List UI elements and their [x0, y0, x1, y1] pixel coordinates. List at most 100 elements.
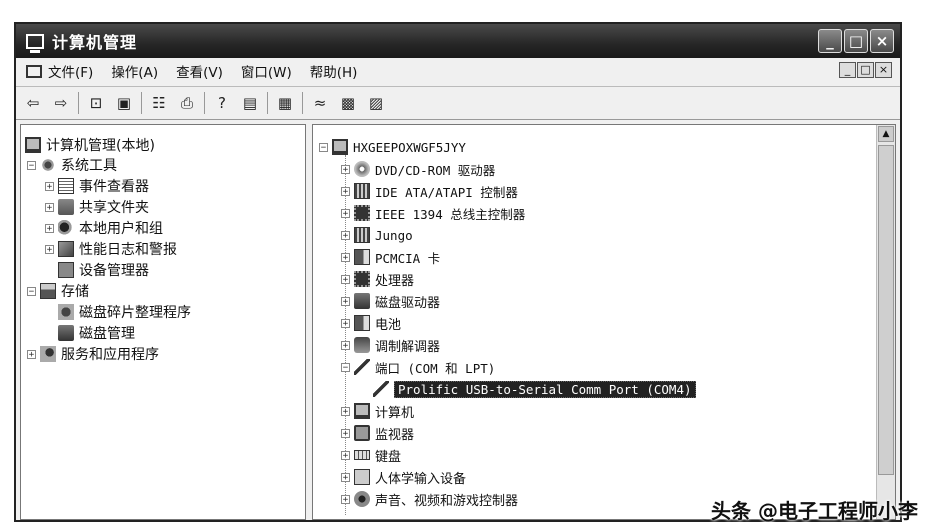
port-icon	[373, 381, 389, 397]
device-node-label: 电池	[375, 317, 402, 333]
title-bar[interactable]: 计算机管理 _ □ ×	[16, 24, 900, 58]
device-node-hid[interactable]: + 人体学输入设备	[341, 467, 466, 487]
collapse-icon[interactable]: −	[27, 286, 36, 296]
back-icon[interactable]: ⇦	[22, 92, 44, 114]
minimize-button[interactable]: _	[818, 29, 842, 53]
menu-window[interactable]: 窗口(W)	[241, 61, 292, 81]
tree-node-label: 性能日志和警报	[79, 242, 177, 258]
device-node-computer-root[interactable]: − HXGEEPOXWGF5JYY	[319, 137, 466, 157]
device-node-prolific-com4[interactable]: Prolific USB-to-Serial Comm Port (COM4)	[373, 379, 696, 399]
defrag-icon	[58, 304, 74, 320]
disable-icon[interactable]: ▩	[337, 92, 359, 114]
toolbar-separator	[267, 92, 268, 114]
tree-node-computer-management[interactable]: 计算机管理(本地)	[25, 135, 155, 155]
performance-icon	[58, 241, 74, 257]
expand-icon[interactable]: +	[341, 186, 350, 196]
device-node-disk-drives[interactable]: + 磁盘驱动器	[341, 291, 440, 311]
expand-icon[interactable]: +	[341, 318, 350, 328]
mdi-restore-button[interactable]: □	[857, 62, 874, 78]
expand-icon[interactable]: +	[341, 164, 350, 174]
menu-action[interactable]: 操作(A)	[111, 61, 158, 81]
show-tree-icon[interactable]: ▣	[113, 92, 135, 114]
computer-icon	[332, 139, 348, 155]
toolbar-separator	[78, 92, 79, 114]
expand-icon[interactable]: +	[341, 252, 350, 262]
device-node-label: DVD/CD-ROM 驱动器	[375, 162, 496, 178]
scan-hardware-icon[interactable]: ▦	[274, 92, 296, 114]
device-node-pcmcia[interactable]: + PCMCIA 卡	[341, 247, 440, 267]
device-node-battery[interactable]: + 电池	[341, 313, 401, 333]
menu-file[interactable]: 文件(F)	[48, 61, 93, 81]
collapse-icon[interactable]: −	[319, 142, 328, 152]
device-node-ide[interactable]: + IDE ATA/ATAPI 控制器	[341, 181, 518, 201]
watermark: 头条 @电子工程师小李	[711, 499, 918, 523]
expand-icon[interactable]: +	[341, 296, 350, 306]
expand-icon[interactable]: +	[45, 244, 54, 254]
console-menu-icon[interactable]	[26, 64, 42, 78]
mdi-controls: _ □ ×	[839, 62, 892, 78]
users-icon	[58, 220, 74, 236]
up-folder-icon[interactable]: ⊡	[85, 92, 107, 114]
tree-node-storage[interactable]: − 存储	[27, 281, 89, 301]
vertical-scrollbar[interactable]: ▲	[876, 125, 895, 519]
device-node-audio-video[interactable]: + 声音、视频和游戏控制器	[341, 489, 518, 509]
expand-icon[interactable]: +	[341, 406, 350, 416]
device-node-label: PCMCIA 卡	[375, 250, 441, 266]
tree-node-shared-folders[interactable]: + 共享文件夹	[45, 197, 149, 217]
tree-node-services-applications[interactable]: + 服务和应用程序	[27, 344, 159, 364]
tree-node-disk-defragmenter[interactable]: 磁盘碎片整理程序	[58, 302, 191, 322]
expand-icon[interactable]: +	[341, 428, 350, 438]
expand-icon[interactable]: +	[341, 450, 350, 460]
collapse-icon[interactable]: −	[341, 362, 350, 372]
hid-icon	[354, 469, 370, 485]
expand-icon[interactable]: +	[341, 494, 350, 504]
device-node-ieee1394[interactable]: + IEEE 1394 总线主控制器	[341, 203, 525, 223]
scroll-up-icon[interactable]: ▲	[878, 126, 894, 142]
expand-icon[interactable]: +	[341, 340, 350, 350]
expand-icon[interactable]: +	[45, 181, 54, 191]
disk-drive-icon	[354, 293, 370, 309]
expand-icon[interactable]: +	[341, 230, 350, 240]
tree-node-system-tools[interactable]: − 系统工具	[27, 155, 117, 175]
expand-icon[interactable]: +	[27, 349, 36, 359]
tree-node-local-users[interactable]: + 本地用户和组	[45, 218, 163, 238]
device-node-jungo[interactable]: + Jungo	[341, 225, 413, 245]
tree-node-disk-management[interactable]: 磁盘管理	[58, 323, 135, 343]
close-button[interactable]: ×	[870, 29, 894, 53]
port-icon	[354, 359, 370, 375]
device-node-ports[interactable]: − 端口 (COM 和 LPT)	[341, 357, 495, 377]
mdi-minimize-button[interactable]: _	[839, 62, 856, 78]
device-node-computer[interactable]: + 计算机	[341, 401, 414, 421]
expand-icon[interactable]: +	[341, 472, 350, 482]
device-node-label: 人体学输入设备	[375, 471, 467, 487]
console-icon[interactable]: ▤	[239, 92, 261, 114]
menu-help[interactable]: 帮助(H)	[310, 61, 358, 81]
device-node-dvd[interactable]: + DVD/CD-ROM 驱动器	[341, 159, 495, 179]
collapse-icon[interactable]: −	[27, 160, 36, 170]
device-tree: − HXGEEPOXWGF5JYY + DVD/CD-ROM 驱动器 + IDE…	[312, 124, 896, 520]
forward-icon[interactable]: ⇨	[50, 92, 72, 114]
device-node-processor[interactable]: + 处理器	[341, 269, 414, 289]
device-node-keyboard[interactable]: + 键盘	[341, 445, 401, 465]
tree-node-device-manager[interactable]: 设备管理器	[58, 260, 149, 280]
disk-management-icon	[58, 325, 74, 341]
maximize-button[interactable]: □	[844, 29, 868, 53]
expand-icon[interactable]: +	[45, 223, 54, 233]
tree-node-performance-logs[interactable]: + 性能日志和警报	[45, 239, 177, 259]
device-node-monitor[interactable]: + 监视器	[341, 423, 414, 443]
selected-device-label[interactable]: Prolific USB-to-Serial Comm Port (COM4)	[394, 380, 696, 398]
expand-icon[interactable]: +	[45, 202, 54, 212]
scroll-thumb[interactable]	[878, 145, 894, 475]
menu-view[interactable]: 查看(V)	[176, 61, 223, 81]
expand-icon[interactable]: +	[341, 274, 350, 284]
expand-icon[interactable]: +	[341, 208, 350, 218]
print-icon[interactable]: ⎙	[176, 92, 198, 114]
uninstall-icon[interactable]: ≈	[309, 92, 331, 114]
device-node-modem[interactable]: + 调制解调器	[341, 335, 440, 355]
device-node-label: HXGEEPOXWGF5JYY	[353, 139, 466, 155]
properties-icon[interactable]: ☷	[148, 92, 170, 114]
tree-node-event-viewer[interactable]: + 事件查看器	[45, 176, 149, 196]
help-icon[interactable]: ?	[211, 92, 233, 114]
mdi-close-button[interactable]: ×	[875, 62, 892, 78]
update-driver-icon[interactable]: ▨	[365, 92, 387, 114]
